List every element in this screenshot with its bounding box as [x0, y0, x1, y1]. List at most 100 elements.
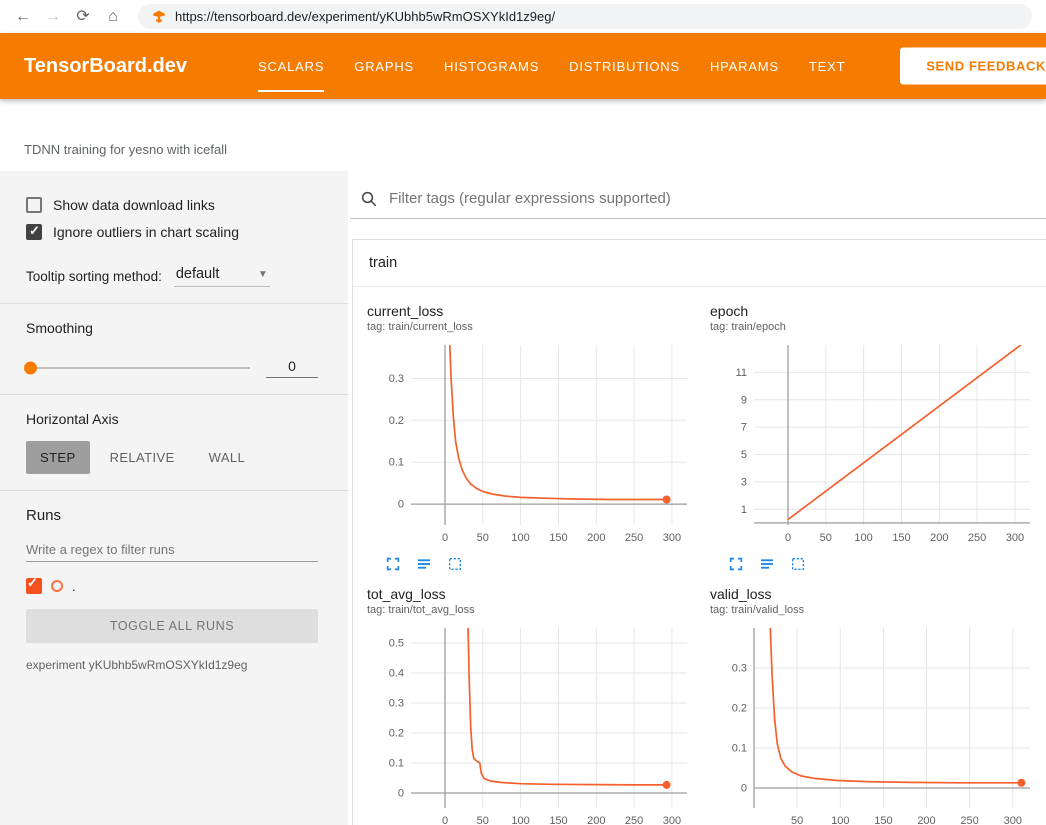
- axis-wall-button[interactable]: WALL: [195, 441, 260, 474]
- train-section-header[interactable]: train: [353, 240, 1046, 287]
- tab-distributions[interactable]: DISTRIBUTIONS: [554, 33, 695, 99]
- browser-toolbar: ← → ⟳ ⌂ https://tensorboard.dev/experime…: [0, 0, 1046, 33]
- reload-icon[interactable]: ⟳: [70, 0, 96, 33]
- svg-text:0.2: 0.2: [389, 728, 404, 740]
- svg-text:7: 7: [741, 422, 747, 434]
- ignore-outliers-label: Ignore outliers in chart scaling: [53, 224, 239, 240]
- svg-text:200: 200: [917, 815, 935, 825]
- data-series-icon[interactable]: [759, 556, 775, 572]
- settings-sidebar: Show data download links Ignore outliers…: [0, 171, 348, 825]
- horizontal-axis-label: Horizontal Axis: [26, 411, 318, 427]
- svg-text:50: 50: [791, 815, 803, 825]
- svg-text:150: 150: [549, 532, 567, 544]
- chart-tag: tag: train/epoch: [710, 321, 1038, 333]
- tooltip-sorting-label: Tooltip sorting method:: [26, 269, 162, 287]
- svg-text:0: 0: [442, 532, 448, 544]
- svg-text:1: 1: [741, 504, 747, 516]
- svg-text:50: 50: [477, 532, 489, 544]
- svg-text:0.1: 0.1: [732, 743, 747, 755]
- run-row[interactable]: .: [26, 578, 318, 594]
- smoothing-slider[interactable]: [26, 367, 250, 369]
- slider-thumb-icon[interactable]: [24, 362, 37, 375]
- svg-text:0.3: 0.3: [389, 373, 404, 385]
- svg-text:150: 150: [892, 532, 910, 544]
- svg-text:200: 200: [587, 532, 605, 544]
- chart-title: valid_loss: [710, 586, 1038, 602]
- svg-text:100: 100: [854, 532, 872, 544]
- svg-text:3: 3: [741, 476, 747, 488]
- chart-card-epoch: epochtag: train/epoch1357911050100150200…: [708, 303, 1038, 576]
- expand-chart-icon[interactable]: [385, 556, 401, 572]
- svg-text:300: 300: [663, 532, 681, 544]
- chart-card-current_loss: current_losstag: train/current_loss00.10…: [365, 303, 695, 576]
- nav-tabs: SCALARS GRAPHS HISTOGRAMS DISTRIBUTIONS …: [243, 33, 860, 99]
- svg-text:100: 100: [511, 815, 529, 825]
- tooltip-sorting-row: Tooltip sorting method: default ▼: [26, 266, 318, 287]
- ignore-outliers-row[interactable]: Ignore outliers in chart scaling: [26, 224, 318, 240]
- show-download-links-checkbox[interactable]: [26, 197, 42, 213]
- chart-card-tot_avg_loss: tot_avg_losstag: train/tot_avg_loss00.10…: [365, 586, 695, 825]
- svg-text:5: 5: [741, 449, 747, 461]
- brand-title[interactable]: TensorBoard.dev: [24, 55, 187, 78]
- train-section-card: train current_losstag: train/current_los…: [352, 239, 1046, 825]
- tab-text[interactable]: TEXT: [794, 33, 860, 99]
- line-chart-valid_loss[interactable]: 00.10.20.350100150200250300: [708, 622, 1038, 825]
- chart-title: current_loss: [367, 303, 695, 319]
- tooltip-sorting-value: default: [176, 266, 220, 282]
- tab-histograms[interactable]: HISTOGRAMS: [429, 33, 554, 99]
- svg-text:0.4: 0.4: [389, 668, 404, 680]
- expand-chart-icon[interactable]: [728, 556, 744, 572]
- address-bar[interactable]: https://tensorboard.dev/experiment/yKUbh…: [138, 4, 1032, 29]
- back-icon[interactable]: ←: [10, 0, 36, 33]
- svg-text:250: 250: [625, 815, 643, 825]
- ignore-outliers-checkbox[interactable]: [26, 224, 42, 240]
- svg-text:0.5: 0.5: [389, 638, 404, 650]
- send-feedback-button[interactable]: SEND FEEDBACK: [900, 48, 1046, 85]
- tab-hparams[interactable]: HPARAMS: [695, 33, 794, 99]
- home-icon[interactable]: ⌂: [100, 0, 126, 33]
- tab-graphs[interactable]: GRAPHS: [339, 33, 429, 99]
- svg-text:0.2: 0.2: [732, 703, 747, 715]
- line-chart-current_loss[interactable]: 00.10.20.3050100150200250300: [365, 339, 695, 551]
- chart-toolbar: [385, 556, 695, 572]
- show-download-links-label: Show data download links: [53, 197, 215, 213]
- svg-text:100: 100: [831, 815, 849, 825]
- main-content: train current_losstag: train/current_los…: [348, 171, 1046, 825]
- tooltip-sorting-select[interactable]: default ▼: [174, 266, 270, 287]
- axis-relative-button[interactable]: RELATIVE: [96, 441, 189, 474]
- axis-step-button[interactable]: STEP: [26, 441, 90, 474]
- tab-scalars[interactable]: SCALARS: [243, 33, 339, 99]
- content: Show data download links Ignore outliers…: [0, 171, 1046, 825]
- data-series-icon[interactable]: [416, 556, 432, 572]
- svg-text:50: 50: [477, 815, 489, 825]
- toggle-all-runs-button[interactable]: TOGGLE ALL RUNS: [26, 609, 318, 643]
- run-checkbox[interactable]: [26, 578, 42, 594]
- forward-icon[interactable]: →: [40, 0, 66, 33]
- fit-domain-icon[interactable]: [447, 556, 463, 572]
- svg-text:0: 0: [442, 815, 448, 825]
- svg-text:150: 150: [874, 815, 892, 825]
- chart-toolbar: [728, 556, 1038, 572]
- line-chart-epoch[interactable]: 1357911050100150200250300: [708, 339, 1038, 551]
- tag-filter-input[interactable]: [387, 189, 1038, 208]
- svg-text:50: 50: [820, 532, 832, 544]
- runs-filter-input[interactable]: [26, 538, 318, 562]
- app-header: TensorBoard.dev SCALARS GRAPHS HISTOGRAM…: [0, 33, 1046, 99]
- chart-grid: current_losstag: train/current_loss00.10…: [353, 287, 1046, 825]
- divider: [0, 394, 348, 395]
- show-download-links-row[interactable]: Show data download links: [26, 197, 318, 213]
- svg-text:9: 9: [741, 394, 747, 406]
- svg-text:200: 200: [587, 815, 605, 825]
- svg-text:0: 0: [741, 783, 747, 795]
- smoothing-value-input[interactable]: 0: [266, 358, 318, 378]
- experiment-title-bar: TDNN training for yesno with icefall: [0, 99, 1046, 171]
- url-text[interactable]: https://tensorboard.dev/experiment/yKUbh…: [175, 9, 555, 24]
- svg-text:0: 0: [398, 499, 404, 511]
- svg-text:300: 300: [1006, 532, 1024, 544]
- tag-filter-row: [350, 185, 1046, 219]
- line-chart-tot_avg_loss[interactable]: 00.10.20.30.40.5050100150200250300: [365, 622, 695, 825]
- fit-domain-icon[interactable]: [790, 556, 806, 572]
- experiment-id-note: experiment yKUbhb5wRmOSXYkId1z9eg: [26, 658, 318, 672]
- svg-text:0: 0: [398, 788, 404, 800]
- chart-title: epoch: [710, 303, 1038, 319]
